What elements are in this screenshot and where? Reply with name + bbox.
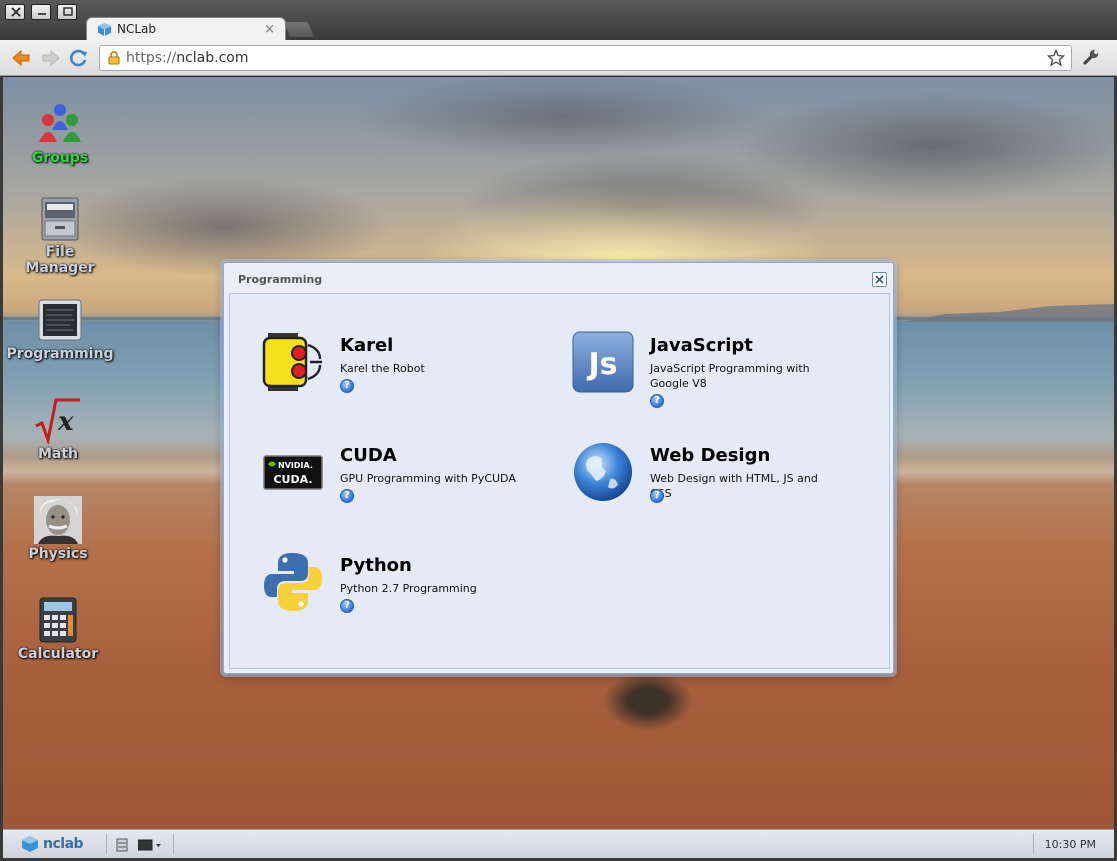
desktop-icon-label: Calculator <box>17 646 99 662</box>
dialog-body: Karel Karel the Robot ? Js JavaScript Ja… <box>229 293 890 669</box>
app-description: GPU Programming with PyCUDA <box>340 472 516 485</box>
url-text: https://nclab.com <box>126 50 248 66</box>
app-name: CUDA <box>340 445 397 466</box>
groups-icon <box>39 104 81 142</box>
help-icon[interactable]: ? <box>650 489 664 503</box>
browser-titlebar: NCLab × <box>0 0 1117 41</box>
browser-toolbar: https://nclab.com <box>0 40 1117 76</box>
help-icon[interactable]: ? <box>340 489 354 503</box>
app-name: Python <box>340 555 412 576</box>
distant-hills <box>903 304 1114 322</box>
app-name: JavaScript <box>650 335 753 356</box>
svg-text:CUDA.: CUDA. <box>273 473 312 486</box>
karel-robot-icon <box>262 333 322 391</box>
taskbar-separator <box>106 834 107 854</box>
help-icon[interactable]: ? <box>650 394 664 408</box>
dialog-close-button[interactable] <box>872 272 887 287</box>
programming-dialog: Programming Karel Karel the Robot ? Js J… <box>223 262 894 674</box>
taskbar-clock: 10:30 PM <box>1044 838 1096 851</box>
tab-close-button[interactable]: × <box>264 22 275 37</box>
dialog-header[interactable]: Programming <box>224 263 893 293</box>
taskbar-logo-text[interactable]: nclab <box>43 836 84 852</box>
app-cuda[interactable]: NVIDIA. CUDA. CUDA GPU Programming with … <box>262 441 562 531</box>
bookmark-star-icon[interactable] <box>1047 49 1065 67</box>
dialog-title: Programming <box>238 273 323 286</box>
close-icon <box>875 275 884 284</box>
help-icon[interactable]: ? <box>340 599 354 613</box>
desktop-switcher-icon[interactable] <box>138 838 162 852</box>
lock-icon <box>108 51 120 65</box>
taskbar-separator <box>1033 834 1034 854</box>
file-cabinet-icon <box>41 197 79 241</box>
app-name: Web Design <box>650 445 771 466</box>
desktop-icon-label: File Manager <box>25 244 95 276</box>
desktop-icon-label: Programming <box>6 346 114 362</box>
nvidia-cuda-icon: NVIDIA. CUDA. <box>263 455 323 490</box>
forward-arrow-icon[interactable] <box>40 48 62 68</box>
taskbar-separator <box>173 834 174 854</box>
help-icon[interactable]: ? <box>340 379 354 393</box>
minimize-icon <box>38 13 46 15</box>
browser-tab[interactable]: NCLab × <box>86 17 286 41</box>
taskbar: nclab 10:30 PM <box>3 829 1114 858</box>
desktop-icon-calculator[interactable]: Calculator <box>3 596 113 662</box>
desktop-icon-math[interactable]: x Math <box>3 396 113 462</box>
app-karel[interactable]: Karel Karel the Robot ? <box>262 331 562 421</box>
app-description: Karel the Robot <box>340 362 425 375</box>
desktop-icon-file-manager[interactable]: File Manager <box>5 194 115 276</box>
desktop-icon-programming[interactable]: Programming <box>5 296 115 362</box>
nclab-logo-icon[interactable] <box>21 835 39 853</box>
app-description: Web Design with HTML, JS and CSS <box>650 472 818 500</box>
window-maximize-button[interactable] <box>57 4 77 20</box>
app-description: JavaScript Programming with Google V8 <box>650 362 810 390</box>
reload-icon[interactable] <box>68 48 90 68</box>
file-cabinet-icon[interactable] <box>116 838 128 852</box>
back-arrow-icon[interactable] <box>10 48 32 68</box>
close-icon <box>11 7 21 17</box>
svg-text:NVIDIA.: NVIDIA. <box>278 461 313 470</box>
app-python[interactable]: Python Python 2.7 Programming ? <box>262 551 562 641</box>
nclab-cube-icon <box>97 22 112 37</box>
url-protocol: https:// <box>126 50 177 66</box>
python-icon <box>264 553 322 611</box>
url-host: nclab.com <box>176 50 249 66</box>
app-javascript[interactable]: Js JavaScript JavaScript Programming wit… <box>572 331 872 421</box>
turtle-on-beach <box>603 671 693 731</box>
desktop-icon-groups[interactable]: Groups <box>5 100 115 166</box>
desktop-icon-label: Physics <box>28 546 88 562</box>
window-minimize-button[interactable] <box>31 4 51 20</box>
programming-icon <box>38 299 82 341</box>
calculator-icon <box>39 597 77 643</box>
app-web-design[interactable]: Web Design Web Design with HTML, JS and … <box>572 441 872 531</box>
new-tab-button[interactable] <box>284 22 314 37</box>
globe-icon <box>574 443 632 501</box>
desktop-icon-label: Groups <box>31 150 89 166</box>
sqrt-x-icon: x <box>35 398 80 444</box>
app-description: Python 2.7 Programming <box>340 582 477 595</box>
svg-text:x: x <box>57 407 74 437</box>
svg-text:Js: Js <box>586 347 617 382</box>
desktop-icon-physics[interactable]: Physics <box>3 496 113 562</box>
wrench-menu-icon[interactable] <box>1082 48 1100 66</box>
maximize-icon <box>63 7 73 16</box>
desktop-icon-label: Math <box>37 446 79 462</box>
address-bar[interactable]: https://nclab.com <box>99 45 1072 71</box>
app-name: Karel <box>340 335 394 356</box>
tab-title: NCLab <box>117 22 157 36</box>
einstein-icon <box>34 496 82 544</box>
window-close-button[interactable] <box>5 4 25 20</box>
js-icon: Js <box>572 331 634 393</box>
window-border-left <box>0 76 3 861</box>
